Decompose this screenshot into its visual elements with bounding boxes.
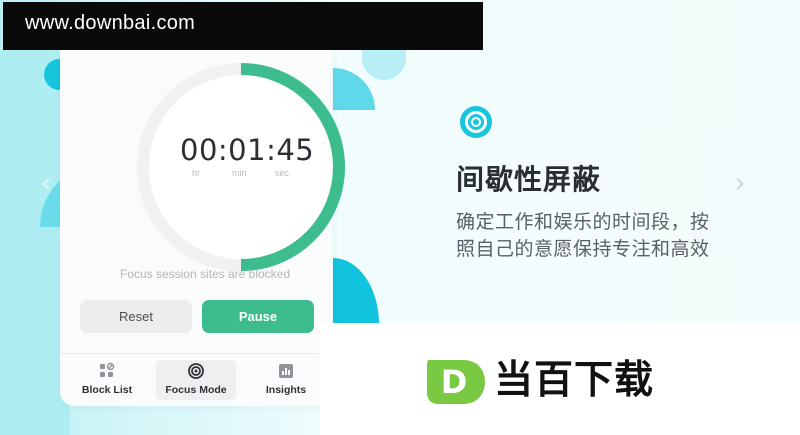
timer-ring	[137, 63, 345, 271]
feature-desc-line1: 确定工作和娱乐的时间段，按	[456, 211, 710, 233]
brand-logo-icon: D	[427, 360, 485, 404]
feature-title: 间歇性屏蔽	[456, 163, 602, 196]
timer-unit-hr: hr	[192, 168, 201, 178]
block-list-icon	[100, 362, 115, 377]
focus-session-note: Focus session sites are blocked	[119, 267, 291, 281]
timer-unit-min: min	[232, 168, 247, 178]
brand-name: 当百下载	[494, 358, 655, 403]
tab-label: Block List	[81, 384, 133, 396]
tab-label: Focus Mode	[165, 384, 227, 396]
tab-focus-mode[interactable]: Focus Mode	[156, 360, 236, 400]
focus-target-icon	[188, 363, 204, 379]
watermark-bar: www.downbai.com	[3, 2, 483, 50]
feature-desc-line2: 照自己的意愿保持专注和高效	[456, 238, 710, 260]
reset-button[interactable]: Reset	[80, 300, 192, 333]
pause-button[interactable]: Pause	[202, 300, 314, 333]
tabbar-divider	[60, 353, 318, 354]
timer-display: 00:01:45	[180, 133, 315, 167]
feature-description: 确定工作和娱乐的时间段，按 照自己的意愿保持专注和高效	[456, 209, 741, 263]
carousel-prev-icon[interactable]: ‹	[36, 168, 56, 198]
target-rings-icon	[460, 106, 492, 138]
tab-block-list[interactable]: Block List	[67, 360, 147, 400]
carousel-next-icon[interactable]: ›	[730, 168, 750, 198]
watermark-url: www.downbai.com	[25, 12, 196, 34]
brand-logo-letter: D	[441, 363, 468, 401]
timer-unit-sec: sec	[275, 168, 290, 178]
insights-bar-icon	[279, 364, 293, 378]
tab-insights[interactable]: Insights	[246, 360, 326, 400]
tab-label: Insights	[265, 384, 307, 396]
